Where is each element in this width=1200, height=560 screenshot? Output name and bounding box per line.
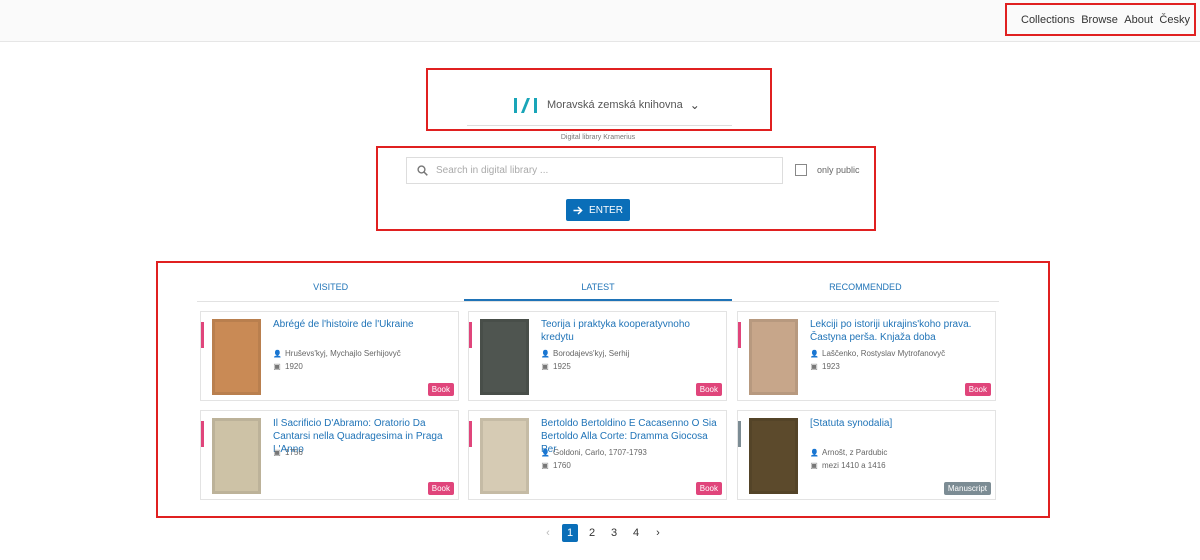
card-accent <box>201 421 204 447</box>
calendar-icon: ▣ <box>810 362 818 371</box>
card-date: ▣ 1925 <box>541 362 571 371</box>
kramerius-logo-icon <box>514 98 537 113</box>
date-text: 1920 <box>285 362 303 371</box>
card-date: ▣ 1756 <box>273 448 303 457</box>
search-field[interactable] <box>406 157 783 184</box>
date-text: 1760 <box>553 461 571 470</box>
arrow-right-icon <box>573 205 583 215</box>
date-text: mezi 1410 a 1416 <box>822 461 886 470</box>
date-text: 1756 <box>285 448 303 457</box>
result-card[interactable]: Il Sacrificio D'Abramo: Oratorio Da Cant… <box>200 410 459 500</box>
type-badge: Book <box>695 383 722 396</box>
card-date: ▣ mezi 1410 a 1416 <box>810 461 886 470</box>
author-text: Arnošt, z Pardubic <box>822 448 888 457</box>
person-icon: 👤 <box>541 449 550 457</box>
nav-about[interactable]: About <box>1124 14 1153 26</box>
author-text: Laščenko, Rostyslav Mytrofanovyč <box>822 349 946 358</box>
page-button-2[interactable]: 2 <box>584 524 600 542</box>
card-date: ▣ 1920 <box>273 362 303 371</box>
cover-thumbnail[interactable] <box>749 418 798 494</box>
person-icon: 👤 <box>541 350 550 358</box>
library-name: Moravská zemská knihovna <box>547 99 683 111</box>
card-accent <box>738 421 741 447</box>
cover-thumbnail[interactable] <box>212 418 261 494</box>
card-accent <box>469 322 472 348</box>
pagination: ‹ 1 2 3 4 › <box>540 523 666 542</box>
divider <box>467 125 732 126</box>
person-icon: 👤 <box>810 350 819 358</box>
type-badge: Book <box>427 482 454 495</box>
calendar-icon: ▣ <box>541 461 549 470</box>
card-title[interactable]: Lekciji po istoriji ukrajins'koho prava.… <box>810 318 990 344</box>
results-tabs: VISITED LATEST RECOMMENDED <box>197 276 999 302</box>
cover-thumbnail[interactable] <box>212 319 261 395</box>
author-text: Borodajevs'kyj, Serhij <box>553 349 630 358</box>
card-date: ▣ 1923 <box>810 362 840 371</box>
site-subtitle: Digital library Kramerius <box>560 134 636 141</box>
date-text: 1925 <box>553 362 571 371</box>
page-button-4[interactable]: 4 <box>628 524 644 542</box>
enter-label: ENTER <box>589 204 623 216</box>
type-badge: Book <box>427 383 454 396</box>
card-accent <box>201 322 204 348</box>
prev-page-button[interactable]: ‹ <box>540 524 556 542</box>
page-button-3[interactable]: 3 <box>606 524 622 542</box>
nav-collections[interactable]: Collections <box>1021 14 1075 26</box>
calendar-icon: ▣ <box>810 461 818 470</box>
author-text: Goldoni, Carlo, 1707-1793 <box>553 448 647 457</box>
card-author: 👤 Laščenko, Rostyslav Mytrofanovyč <box>810 349 945 358</box>
type-badge: Book <box>695 482 722 495</box>
card-title[interactable]: [Statuta synodalia] <box>810 417 990 430</box>
card-author: 👤 Borodajevs'kyj, Serhij <box>541 349 629 358</box>
card-author: 👤 Hruševs'kyj, Mychajlo Serhijovyč <box>273 349 401 358</box>
chevron-down-icon: ⌄ <box>689 98 700 112</box>
page-button-1[interactable]: 1 <box>562 523 578 542</box>
type-badge: Book <box>964 383 991 396</box>
card-date: ▣ 1760 <box>541 461 571 470</box>
date-text: 1923 <box>822 362 840 371</box>
type-badge: Manuscript <box>943 482 991 495</box>
card-author: 👤 Goldoni, Carlo, 1707-1793 <box>541 448 647 457</box>
calendar-icon: ▣ <box>273 448 281 457</box>
calendar-icon: ▣ <box>541 362 549 371</box>
person-icon: 👤 <box>810 449 819 457</box>
cover-thumbnail[interactable] <box>480 418 529 494</box>
nav-language[interactable]: Česky <box>1159 14 1190 26</box>
card-accent <box>469 421 472 447</box>
tab-recommended[interactable]: RECOMMENDED <box>732 276 999 301</box>
enter-button[interactable]: ENTER <box>566 199 630 221</box>
author-text: Hruševs'kyj, Mychajlo Serhijovyč <box>285 349 401 358</box>
nav-browse[interactable]: Browse <box>1081 14 1118 26</box>
cover-thumbnail[interactable] <box>480 319 529 395</box>
calendar-icon: ▣ <box>273 362 281 371</box>
result-card[interactable]: Abrégé de l'histoire de l'Ukraine 👤 Hrušev… <box>200 311 459 401</box>
result-card[interactable]: [Statuta synodalia] 👤 Arnošt, z Pardubic ▣ m… <box>737 410 996 500</box>
tab-visited[interactable]: VISITED <box>197 276 464 301</box>
search-icon <box>417 165 428 176</box>
person-icon: 👤 <box>273 350 282 358</box>
only-public-label: only public <box>817 165 860 175</box>
result-card[interactable]: Lekciji po istoriji ukrajins'koho prava.… <box>737 311 996 401</box>
search-input[interactable] <box>436 165 756 176</box>
library-selector[interactable]: Moravská zemská knihovna ⌄ <box>514 96 700 114</box>
card-author: 👤 Arnošt, z Pardubic <box>810 448 887 457</box>
result-card[interactable]: Bertoldo Bertoldino E Cacasenno O Sia Be… <box>468 410 727 500</box>
card-title[interactable]: Abrégé de l'histoire de l'Ukraine <box>273 318 453 331</box>
result-card[interactable]: Teorija i praktyka kooperatyvnoho kredyt… <box>468 311 727 401</box>
cover-thumbnail[interactable] <box>749 319 798 395</box>
only-public-checkbox[interactable] <box>795 164 807 176</box>
card-title[interactable]: Teorija i praktyka kooperatyvnoho kredyt… <box>541 318 721 344</box>
card-accent <box>738 322 741 348</box>
main-nav: Collections Browse About Česky <box>1005 3 1196 36</box>
next-page-button[interactable]: › <box>650 524 666 542</box>
tab-latest[interactable]: LATEST <box>464 276 732 301</box>
